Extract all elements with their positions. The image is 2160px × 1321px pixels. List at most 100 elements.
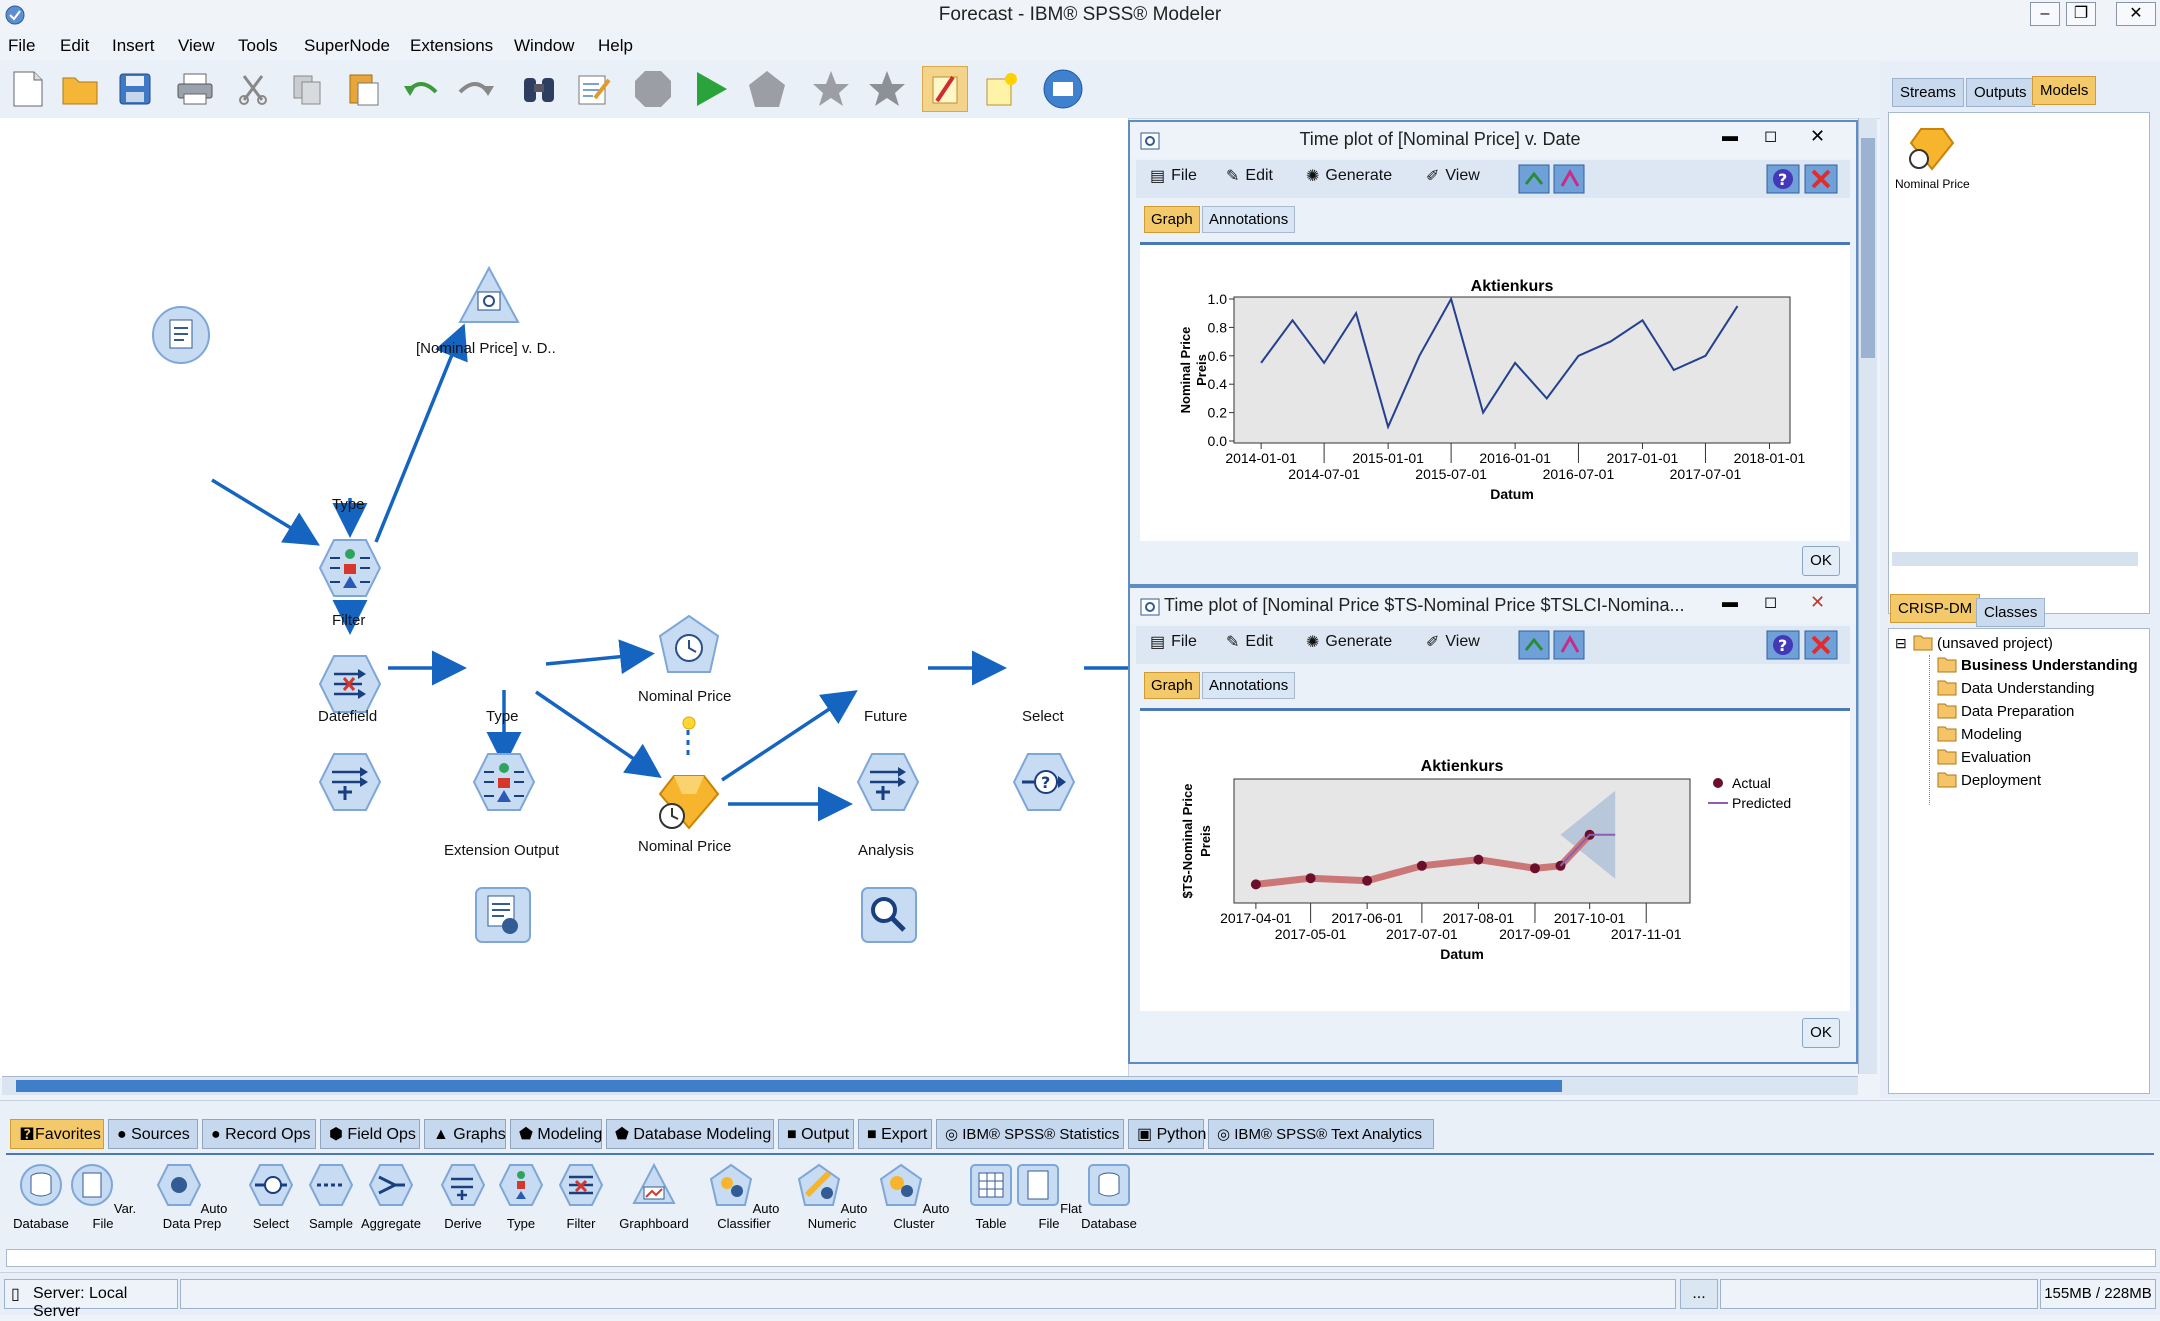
- analysis-node[interactable]: [858, 884, 920, 946]
- new-comment-button[interactable]: [978, 66, 1024, 112]
- tree-business-understanding[interactable]: Business Understanding: [1961, 657, 2138, 674]
- close-button[interactable]: ✕: [2116, 2, 2156, 26]
- inner-minimize-button[interactable]: ▬: [1722, 128, 1738, 146]
- menu-view[interactable]: View: [178, 36, 215, 56]
- palette-node-database[interactable]: Database: [6, 1163, 76, 1231]
- palette-node-aggregate[interactable]: Aggregate: [356, 1163, 426, 1231]
- tree-modeling[interactable]: Modeling: [1961, 726, 2022, 743]
- type-node[interactable]: [472, 752, 536, 812]
- inner-toolbar-buttons[interactable]: [1518, 164, 1588, 194]
- restore-button[interactable]: ❐: [2066, 2, 2096, 26]
- nominal-price-ts-node[interactable]: [656, 614, 722, 676]
- tree-collapse-icon[interactable]: ⊟: [1895, 635, 1907, 652]
- undo-button[interactable]: [398, 66, 444, 112]
- palette-tab-graphs[interactable]: ▲ Graphs: [424, 1119, 506, 1149]
- close-red-icon[interactable]: [1804, 630, 1838, 660]
- inner-toolbar-buttons[interactable]: [1518, 630, 1588, 660]
- inner-minimize-button[interactable]: ▬: [1722, 594, 1738, 612]
- favorites-remove-button[interactable]: [864, 66, 910, 112]
- save-stream-button[interactable]: [112, 66, 158, 112]
- ok-button[interactable]: OK: [1802, 546, 1840, 576]
- tab-graph[interactable]: Graph: [1144, 672, 1200, 699]
- help-icon[interactable]: ?: [1766, 164, 1800, 194]
- canvas-vertical-scrollbar[interactable]: [1858, 118, 1877, 1074]
- status-ellipsis-button[interactable]: ...: [1680, 1279, 1718, 1309]
- tree-project[interactable]: (unsaved project): [1937, 635, 2053, 652]
- palette-tab-output[interactable]: ■ Output: [778, 1119, 854, 1149]
- memory-usage[interactable]: 155MB / 228MB: [2040, 1279, 2156, 1309]
- type-node[interactable]: [318, 538, 382, 598]
- tree-evaluation[interactable]: Evaluation: [1961, 749, 2031, 766]
- inner-generate-menu[interactable]: ✺ Generate: [1306, 632, 1392, 652]
- source-node[interactable]: [150, 304, 212, 366]
- inner-file-menu[interactable]: ▤ File: [1150, 166, 1197, 186]
- inner-close-button[interactable]: ✕: [1810, 592, 1825, 613]
- inner-file-menu[interactable]: ▤ File: [1150, 632, 1197, 652]
- palette-node-auto-data-prep[interactable]: Auto Data Prep: [152, 1163, 232, 1231]
- palette-node-auto-classifier[interactable]: Auto Classifier: [700, 1163, 788, 1231]
- menu-window[interactable]: Window: [514, 36, 574, 56]
- menu-extensions[interactable]: Extensions: [410, 36, 493, 56]
- palette-tab-record-ops[interactable]: ● Record Ops: [202, 1119, 316, 1149]
- menu-help[interactable]: Help: [598, 36, 633, 56]
- run-selection-button[interactable]: [744, 66, 790, 112]
- timeplot-node[interactable]: [456, 264, 522, 326]
- inner-edit-menu[interactable]: ✎ Edit: [1226, 632, 1273, 652]
- stop-button[interactable]: [630, 66, 676, 112]
- tab-streams[interactable]: Streams: [1892, 78, 1964, 107]
- tab-classes[interactable]: Classes: [1976, 598, 2046, 627]
- palette-node-auto-cluster[interactable]: Auto Cluster: [876, 1163, 952, 1231]
- inner-view-menu[interactable]: ✐ View: [1426, 632, 1480, 652]
- filter-node[interactable]: [318, 654, 382, 714]
- tab-models[interactable]: Models: [2032, 76, 2097, 105]
- datefield-node[interactable]: [318, 752, 382, 812]
- model-nugget-icon[interactable]: [1907, 127, 1957, 173]
- scrollbar-thumb[interactable]: [1861, 138, 1875, 358]
- spss-statistics-button[interactable]: [1040, 66, 1086, 112]
- palette-node-auto-numeric[interactable]: Auto Numeric: [790, 1163, 874, 1231]
- palette-node-database-export[interactable]: Database: [1074, 1163, 1144, 1231]
- stream-canvas[interactable]: [Nominal Price] v. D.. Type Filter Datef…: [0, 118, 1129, 1078]
- favorites-add-button[interactable]: [808, 66, 854, 112]
- paste-button[interactable]: [340, 66, 386, 112]
- menu-tools[interactable]: Tools: [238, 36, 278, 56]
- palette-tab-text-analytics[interactable]: ◎ IBM® SPSS® Text Analytics: [1208, 1119, 1434, 1149]
- palette-tab-python[interactable]: ▣ Python: [1128, 1119, 1206, 1149]
- nominal-price-model-nugget[interactable]: [656, 772, 722, 832]
- scrollbar-thumb[interactable]: [16, 1080, 1562, 1092]
- inner-close-button[interactable]: ✕: [1810, 126, 1825, 147]
- models-scrollbar[interactable]: [1892, 552, 2138, 566]
- palette-tab-field-ops[interactable]: ⬢ Field Ops: [320, 1119, 420, 1149]
- open-stream-button[interactable]: [58, 66, 104, 112]
- tab-annotations[interactable]: Annotations: [1202, 672, 1296, 699]
- canvas-horizontal-scrollbar[interactable]: [2, 1076, 1858, 1095]
- palette-node-var-file[interactable]: Var. File: [68, 1163, 138, 1231]
- menu-file[interactable]: File: [8, 36, 35, 56]
- inner-edit-menu[interactable]: ✎ Edit: [1226, 166, 1273, 186]
- palette-node-filter[interactable]: Filter: [546, 1163, 616, 1231]
- edit-properties-button[interactable]: [570, 66, 616, 112]
- palette-tab-export[interactable]: ■ Export: [858, 1119, 932, 1149]
- menu-insert[interactable]: Insert: [112, 36, 155, 56]
- palette-tab-favorites[interactable]: 🯄Favorites: [10, 1119, 104, 1149]
- menu-edit[interactable]: Edit: [60, 36, 89, 56]
- tree-deployment[interactable]: Deployment: [1961, 772, 2041, 789]
- cut-button[interactable]: [230, 66, 276, 112]
- menu-supernode[interactable]: SuperNode: [304, 36, 390, 56]
- select-node[interactable]: ?: [1012, 752, 1076, 812]
- tab-annotations[interactable]: Annotations: [1202, 206, 1296, 233]
- palette-node-graphboard[interactable]: Graphboard: [616, 1162, 692, 1231]
- help-icon[interactable]: ?: [1766, 630, 1800, 660]
- ok-button[interactable]: OK: [1802, 1018, 1840, 1048]
- inner-maximize-button[interactable]: ◻: [1764, 592, 1777, 612]
- inner-view-menu[interactable]: ✐ View: [1426, 166, 1480, 186]
- copy-button[interactable]: [284, 66, 330, 112]
- tab-crisp-dm[interactable]: CRISP-DM: [1890, 594, 1981, 623]
- tab-outputs[interactable]: Outputs: [1966, 78, 2035, 107]
- palette-tab-database-modeling[interactable]: ⬟ Database Modeling: [606, 1119, 774, 1149]
- palette-tab-sources[interactable]: ● Sources: [108, 1119, 198, 1149]
- server-status[interactable]: ▯ Server: Local Server: [4, 1279, 178, 1320]
- tab-graph[interactable]: Graph: [1144, 206, 1200, 233]
- palette-tab-modeling[interactable]: ⬟ Modeling: [510, 1119, 602, 1149]
- future-node[interactable]: [856, 752, 920, 812]
